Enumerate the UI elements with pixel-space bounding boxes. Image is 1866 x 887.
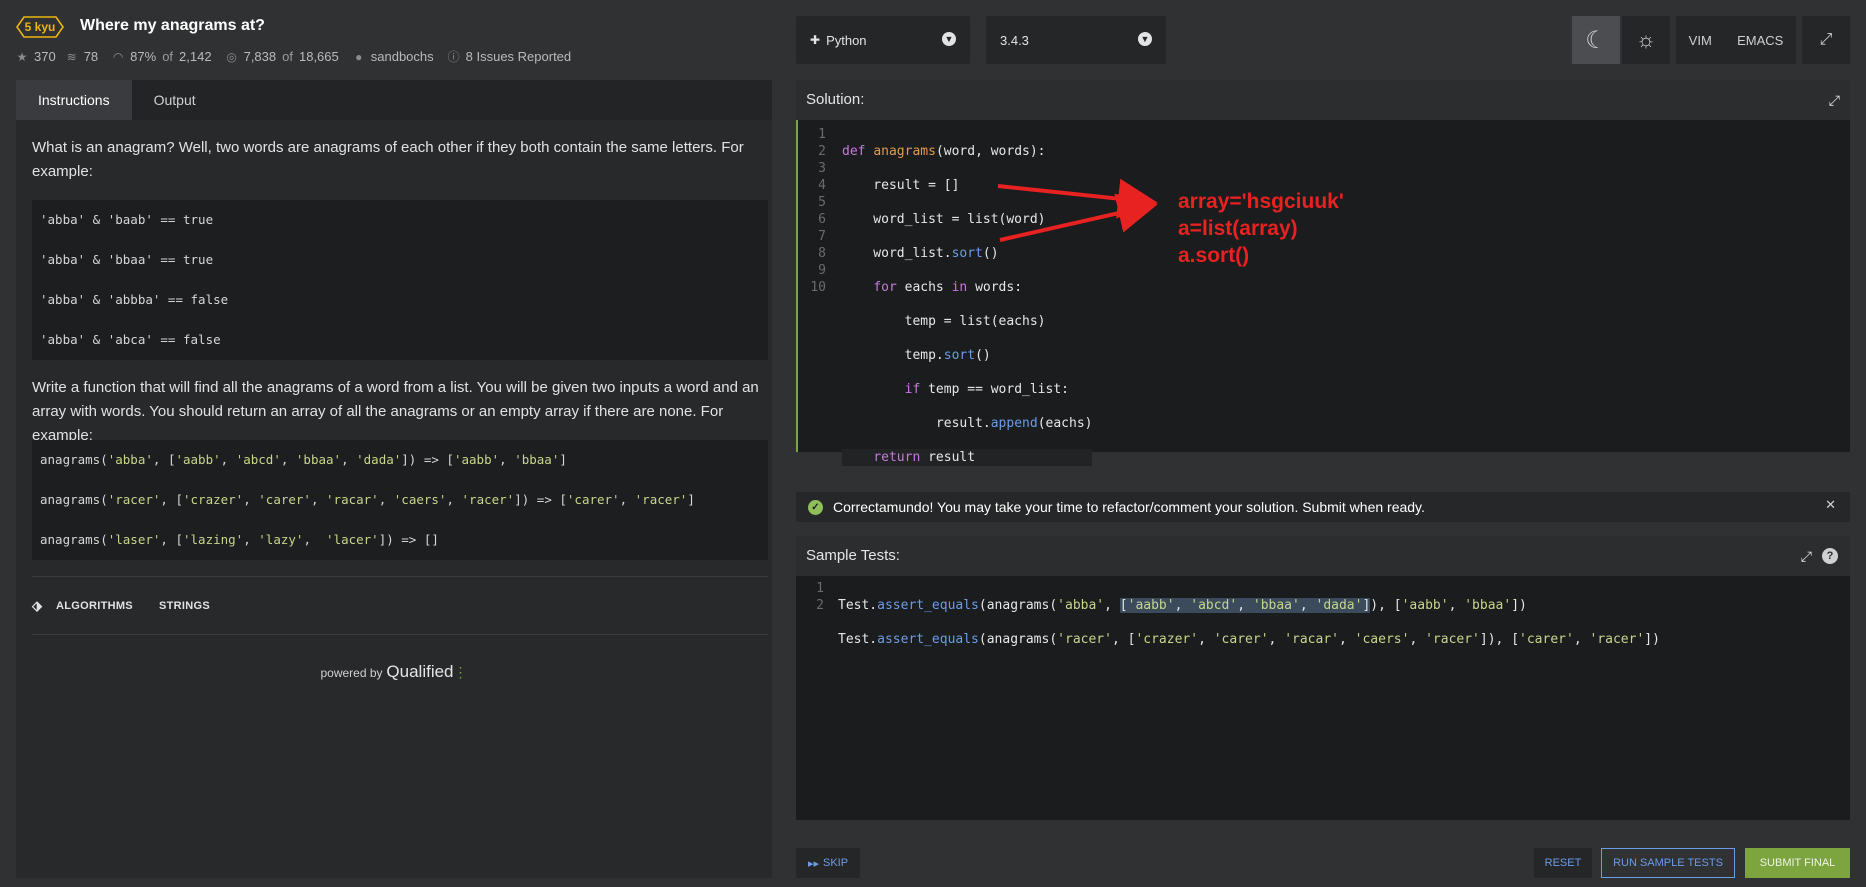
annotation-line-2: a=list(array) (1178, 217, 1298, 240)
skip-button[interactable]: ▸▸ SKIP (796, 848, 860, 878)
submit-final-button[interactable]: SUBMIT FINAL (1745, 848, 1850, 878)
skip-label: SKIP (822, 857, 849, 869)
arrow-line (999, 193, 1158, 242)
skip-icon: ▸▸ (807, 857, 819, 870)
arrow-line (997, 178, 1158, 219)
annotation-line-3: a.sort() (1178, 244, 1250, 267)
annotation-line-1: array='hsgciuuk' (1178, 190, 1344, 213)
run-sample-tests-button[interactable]: RUN SAMPLE TESTS (1601, 848, 1735, 878)
annotation-arrows (997, 178, 1158, 242)
reset-button[interactable]: RESET (1534, 848, 1592, 878)
